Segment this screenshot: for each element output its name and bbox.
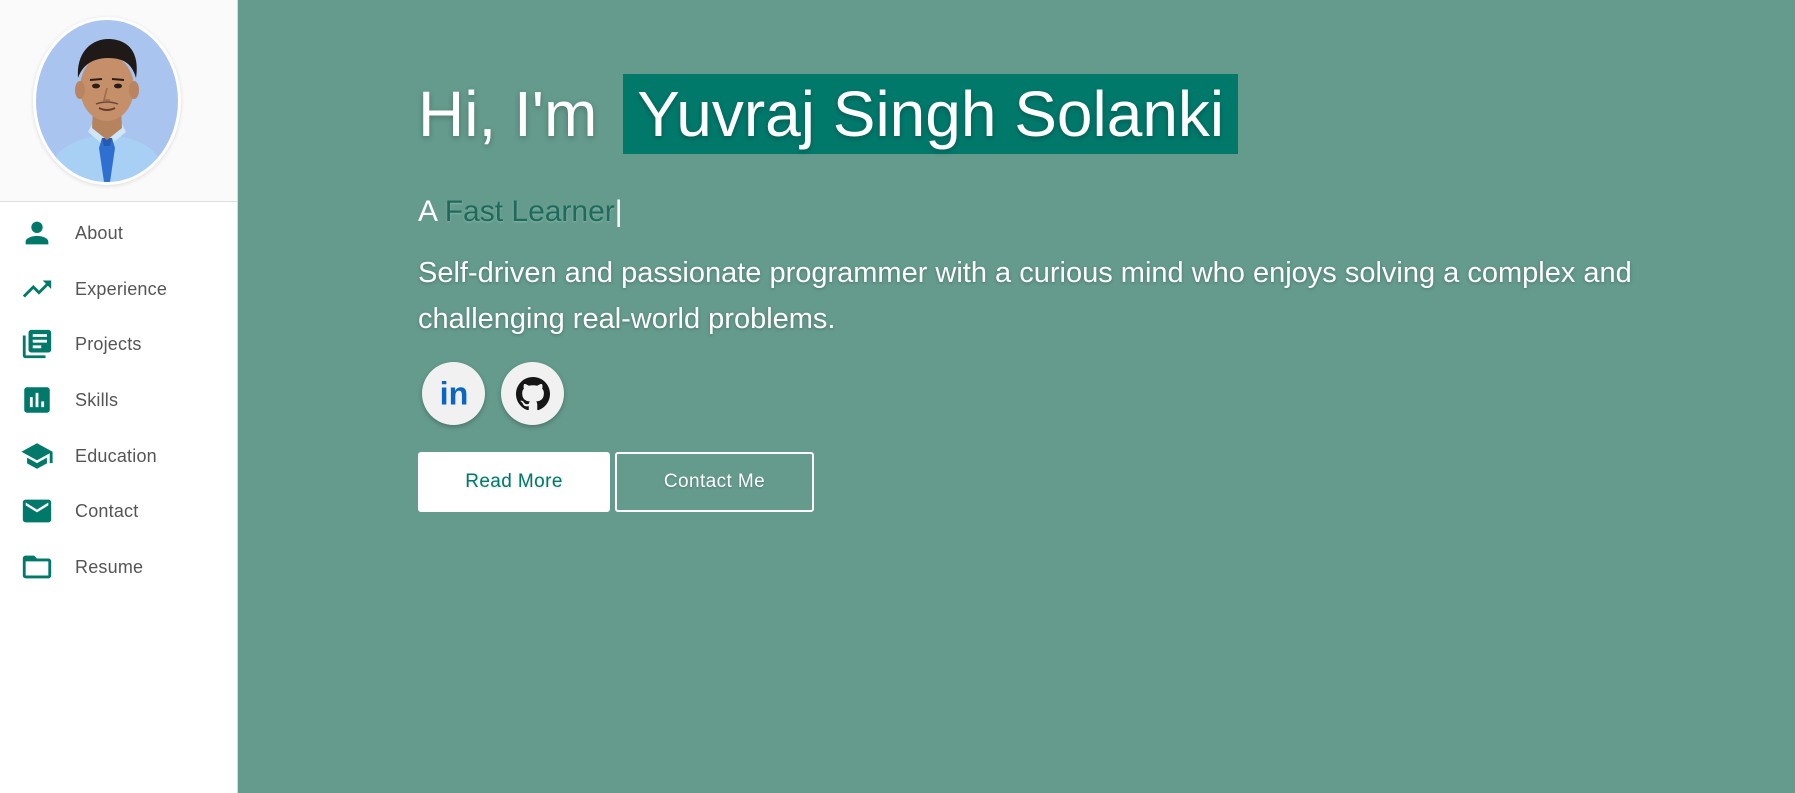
sidebar-header (0, 0, 237, 202)
mail-icon (20, 494, 54, 528)
library-books-icon (20, 327, 54, 361)
sidebar: About Experience Projects Skills Educati… (0, 0, 238, 793)
contact-me-button[interactable]: Contact Me (615, 452, 814, 512)
sidebar-item-education[interactable]: Education (0, 432, 237, 480)
sidebar-item-projects[interactable]: Projects (0, 320, 237, 368)
sidebar-item-resume[interactable]: Resume (0, 543, 237, 591)
name-highlight: Yuvraj Singh Solanki (623, 74, 1239, 154)
sidebar-item-label: About (75, 222, 124, 243)
linkedin-icon: in (439, 375, 468, 411)
sidebar-item-contact[interactable]: Contact (0, 487, 237, 535)
folder-icon (20, 550, 54, 584)
sidebar-item-about[interactable]: About (0, 209, 237, 257)
typing-cursor: | (614, 195, 623, 228)
tagline: A Fast Learner| (418, 195, 1758, 229)
sidebar-item-label: Resume (75, 556, 144, 577)
sidebar-item-label: Projects (75, 333, 142, 354)
bar-chart-icon (20, 383, 54, 417)
linkedin-link[interactable]: in (422, 362, 485, 425)
social-links: in (422, 362, 1758, 425)
sidebar-item-label: Skills (75, 389, 119, 410)
tagline-prefix: A (418, 195, 437, 228)
bio-text: Self-driven and passionate programmer wi… (418, 257, 1632, 335)
github-icon (515, 376, 550, 410)
read-more-button[interactable]: Read More (418, 452, 610, 512)
page-title: Hi, I'm Yuvraj Singh Solanki (418, 74, 1758, 154)
sidebar-item-label: Experience (75, 278, 168, 299)
trending-up-icon (20, 272, 54, 306)
sidebar-item-experience[interactable]: Experience (0, 265, 237, 313)
person-icon (20, 216, 54, 250)
hero-section: Hi, I'm Yuvraj Singh Solanki A Fast Lear… (418, 74, 1758, 512)
sidebar-item-skills[interactable]: Skills (0, 376, 237, 424)
sidebar-item-label: Education (75, 445, 157, 466)
greeting-prefix: Hi, I'm (418, 78, 598, 150)
avatar[interactable] (33, 17, 181, 185)
school-icon (20, 439, 54, 473)
cta-buttons: Read More Contact Me (418, 452, 1758, 512)
sidebar-item-label: Contact (75, 500, 139, 521)
github-link[interactable] (501, 362, 564, 425)
avatar-image (36, 20, 178, 182)
typed-text: Fast Learner (444, 195, 615, 228)
svg-text:in: in (439, 375, 468, 411)
main-content: Hi, I'm Yuvraj Singh Solanki A Fast Lear… (238, 0, 1795, 793)
